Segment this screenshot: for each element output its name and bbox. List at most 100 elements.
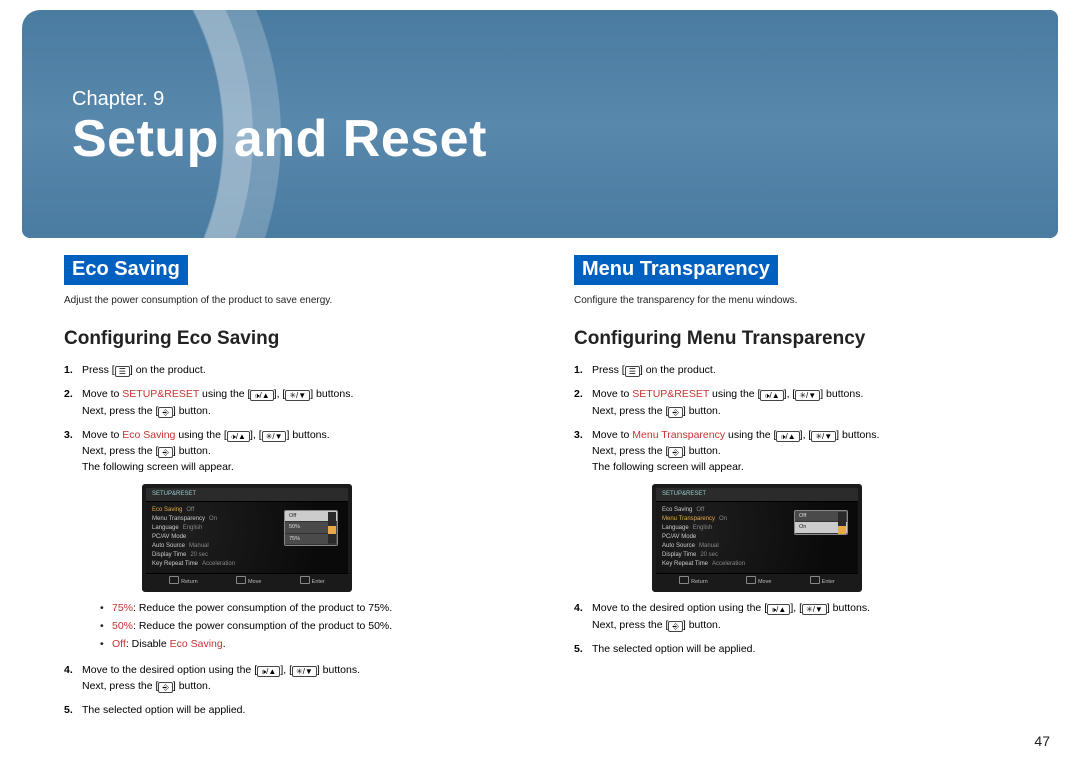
osd-footer-hint: Return — [169, 576, 198, 587]
enter-icon: ⎆ — [158, 682, 172, 693]
opt-txt: : Reduce the power consumption of the pr… — [133, 602, 392, 614]
up-icon: 🕩/▲ — [227, 431, 250, 442]
step-5: The selected option will be applied. — [64, 702, 510, 718]
text: ] buttons. — [310, 388, 353, 400]
enter-icon: ⎆ — [668, 447, 682, 458]
text: ] on the product. — [130, 364, 206, 376]
step-2: Move to SETUP&RESET using the [🕩/▲], [✳/… — [64, 386, 510, 419]
subheading-menu: Configuring Menu Transparency — [574, 328, 1020, 350]
chapter-title: Setup and Reset — [72, 109, 1018, 169]
osd-item: Display Time20 sec — [662, 551, 852, 560]
osd-footer-hint: Move — [746, 576, 771, 587]
step-4: Move to the desired option using the [🕩/… — [574, 600, 1020, 633]
opt-key: Off — [112, 638, 126, 650]
text: ] buttons. — [317, 664, 360, 676]
osd-footer-hint: Enter — [810, 576, 835, 587]
osd-footer: Return Move Enter — [656, 573, 858, 589]
text: using the [ — [709, 388, 760, 400]
osd-footer-hint: Move — [236, 576, 261, 587]
osd-item: Key Repeat TimeAcceleration — [662, 560, 852, 569]
osd-header: SETUP&RESET — [146, 488, 348, 502]
osd-footer-hint: Enter — [300, 576, 325, 587]
osd-screenshot-menu: SETUP&RESETEco SavingOffMenu Transparenc… — [652, 484, 862, 593]
chapter-header: Chapter. 9 Setup and Reset — [22, 10, 1058, 238]
subheading-eco: Configuring Eco Saving — [64, 328, 510, 350]
text: Next, press the [ — [592, 405, 668, 417]
step-5: The selected option will be applied. — [574, 641, 1020, 657]
step-3: Move to Menu Transparency using the [🕩/▲… — [574, 427, 1020, 593]
osd-popup: OffOn — [794, 510, 848, 535]
target-menu: Menu Transparency — [632, 429, 725, 441]
text: Move to — [82, 429, 122, 441]
column-eco-saving: Eco Saving Adjust the power consumption … — [64, 255, 510, 727]
text: The following screen will appear. — [592, 461, 744, 473]
text: Press [ — [82, 364, 115, 376]
step-1: Press [☰] on the product. — [574, 362, 1020, 378]
opt-dot: . — [223, 638, 226, 650]
text: Move to — [592, 388, 632, 400]
text: Next, press the [ — [592, 445, 668, 457]
enter-icon: ⎆ — [668, 407, 682, 418]
text: ], [ — [280, 664, 292, 676]
osd-header: SETUP&RESET — [656, 488, 858, 502]
enter-icon: ⎆ — [158, 407, 172, 418]
osd-item: Key Repeat TimeAcceleration — [152, 560, 342, 569]
text: Move to — [82, 388, 122, 400]
text: using the [ — [175, 429, 226, 441]
step-4: Move to the desired option using the [🕩/… — [64, 662, 510, 695]
menu-icon: ☰ — [625, 366, 640, 377]
step-1: Press [☰] on the product. — [64, 362, 510, 378]
up-icon: 🕩/▲ — [257, 666, 280, 677]
text: Move to the desired option using the [ — [592, 602, 767, 614]
text: ], [ — [250, 429, 262, 441]
option-50: 50%: Reduce the power consumption of the… — [100, 618, 510, 636]
eco-options-list: 75%: Reduce the power consumption of the… — [82, 600, 510, 654]
text: ] button. — [683, 619, 721, 631]
text: ] button. — [173, 680, 211, 692]
section-tag-eco: Eco Saving — [64, 255, 188, 285]
opt-key: 50% — [112, 620, 133, 632]
enter-icon: ⎆ — [158, 447, 172, 458]
section-tag-menu: Menu Transparency — [574, 255, 778, 285]
opt-target: Eco Saving — [170, 638, 223, 650]
menu-icon: ☰ — [115, 366, 130, 377]
text: Move to — [592, 429, 632, 441]
text: ] buttons. — [836, 429, 879, 441]
text: ], [ — [790, 602, 802, 614]
down-icon: ✳/▼ — [285, 390, 310, 401]
steps-menu: Press [☰] on the product. Move to SETUP&… — [574, 362, 1020, 657]
down-icon: ✳/▼ — [795, 390, 820, 401]
content-area: Eco Saving Adjust the power consumption … — [64, 255, 1020, 727]
text: ] buttons. — [827, 602, 870, 614]
down-icon: ✳/▼ — [802, 604, 827, 615]
text: using the [ — [199, 388, 250, 400]
option-75: 75%: Reduce the power consumption of the… — [100, 600, 510, 618]
osd-body: Eco SavingOffMenu TransparencyOnLanguage… — [656, 502, 858, 573]
text: The following screen will appear. — [82, 461, 234, 473]
text: ] button. — [173, 405, 211, 417]
text: Next, press the [ — [82, 445, 158, 457]
text: using the [ — [725, 429, 776, 441]
osd-item: Display Time20 sec — [152, 551, 342, 560]
target-setupreset: SETUP&RESET — [632, 388, 709, 400]
option-off: Off: Disable Eco Saving. — [100, 636, 510, 654]
enter-icon: ⎆ — [668, 621, 682, 632]
text: ] on the product. — [640, 364, 716, 376]
up-icon: 🕩/▲ — [760, 390, 783, 401]
target-eco: Eco Saving — [122, 429, 175, 441]
opt-txt: : Reduce the power consumption of the pr… — [133, 620, 392, 632]
text: Next, press the [ — [592, 619, 668, 631]
text: Press [ — [592, 364, 625, 376]
text: ], [ — [784, 388, 796, 400]
text: Move to the desired option using the [ — [82, 664, 257, 676]
text: ] button. — [683, 445, 721, 457]
osd-item: Auto SourceManual — [662, 542, 852, 551]
text: ] buttons. — [286, 429, 329, 441]
page-number: 47 — [1034, 733, 1050, 749]
osd-body: Eco SavingOffMenu TransparencyOnLanguage… — [146, 502, 348, 573]
target-setupreset: SETUP&RESET — [122, 388, 199, 400]
osd-screenshot-eco: SETUP&RESETEco SavingOffMenu Transparenc… — [142, 484, 352, 593]
text: ] button. — [683, 405, 721, 417]
opt-txt: : Disable — [126, 638, 170, 650]
osd-footer-hint: Return — [679, 576, 708, 587]
